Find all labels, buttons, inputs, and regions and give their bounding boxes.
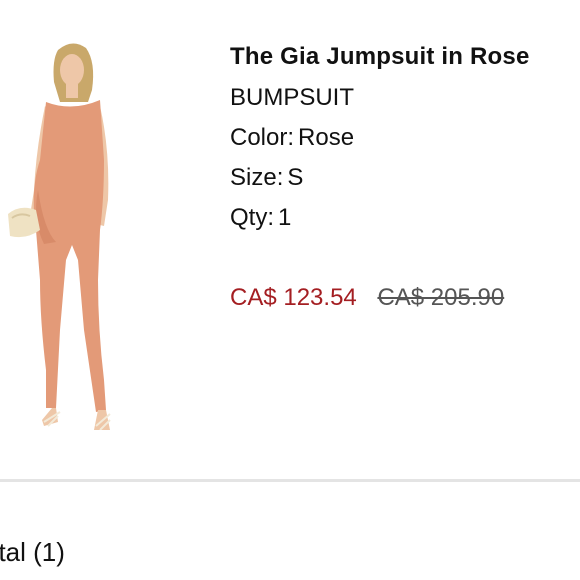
product-image[interactable] xyxy=(0,30,150,431)
color-value: Rose xyxy=(298,124,355,151)
subtotal-label: otal (1) xyxy=(0,537,65,567)
price-row: CA$ 123.54 CA$ 205.90 xyxy=(230,278,580,318)
product-size: Size: S xyxy=(230,158,580,198)
size-label: Size: xyxy=(230,164,284,191)
qty-label: Qty: xyxy=(230,204,275,231)
qty-value: 1 xyxy=(278,204,292,231)
product-photo-icon xyxy=(8,43,111,431)
cart-item-details: The Gia Jumpsuit in Rose BUMPSUIT Color:… xyxy=(230,40,580,318)
size-value: S xyxy=(287,164,304,191)
color-label: Color: xyxy=(230,124,295,151)
product-brand: BUMPSUIT xyxy=(230,84,355,111)
product-quantity: Qty: 1 xyxy=(230,198,580,238)
sale-price: CA$ 123.54 xyxy=(230,284,357,311)
cart-page: The Gia Jumpsuit in Rose BUMPSUIT Color:… xyxy=(0,0,580,580)
product-title[interactable]: The Gia Jumpsuit in Rose xyxy=(230,40,580,74)
section-divider xyxy=(0,479,580,482)
original-price: CA$ 205.90 xyxy=(377,284,505,311)
product-color: Color: Rose xyxy=(230,118,580,158)
